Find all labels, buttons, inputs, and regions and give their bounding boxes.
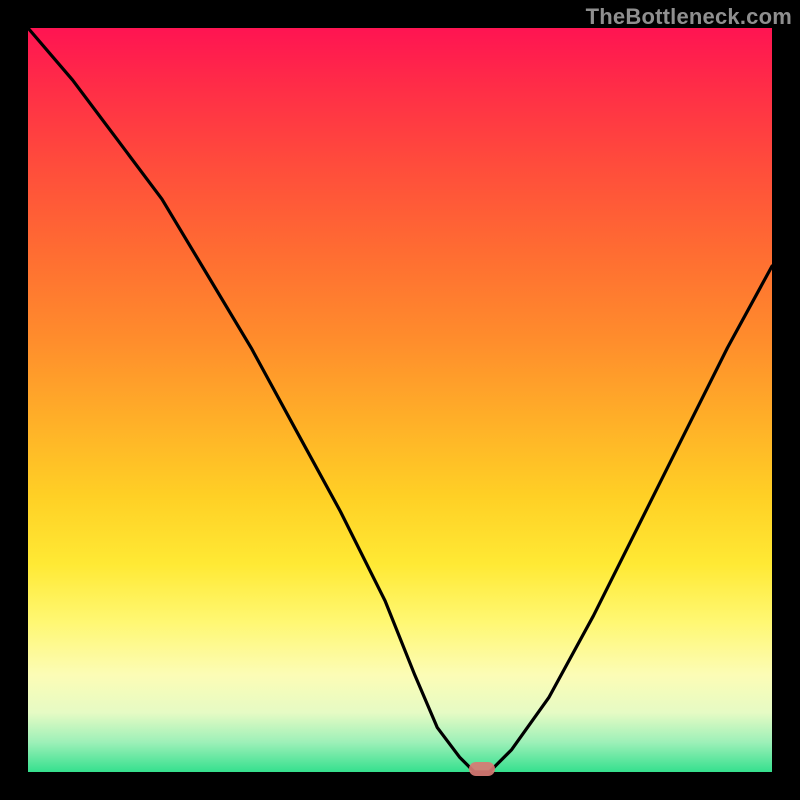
watermark-text: TheBottleneck.com: [586, 4, 792, 30]
curve-path: [28, 28, 772, 772]
plot-area: [28, 28, 772, 772]
chart-frame: TheBottleneck.com: [0, 0, 800, 800]
minimum-marker: [469, 762, 495, 776]
line-curve: [28, 28, 772, 772]
